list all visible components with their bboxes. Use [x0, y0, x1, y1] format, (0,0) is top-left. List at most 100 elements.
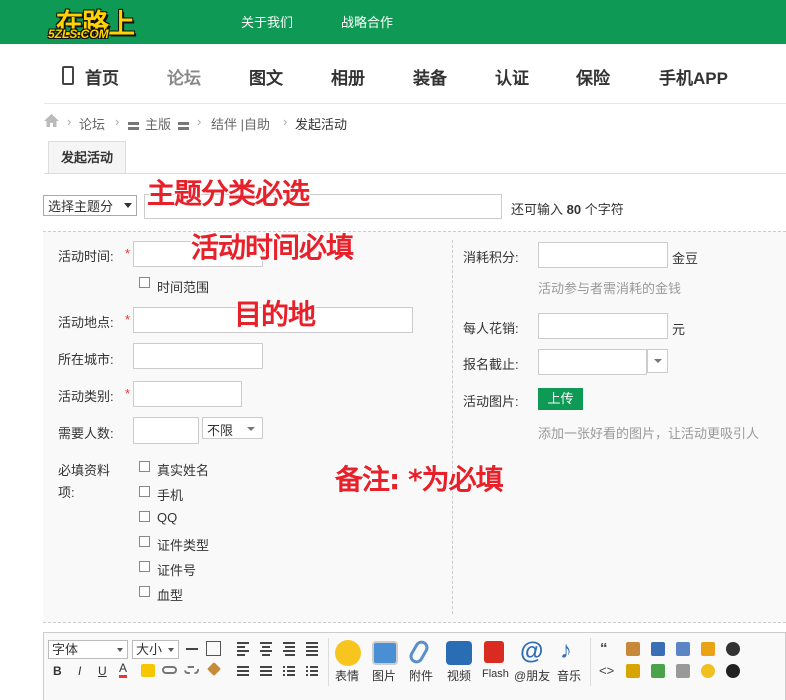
bold-button[interactable]: B [53, 664, 62, 678]
people-limit-value: 不限 [207, 423, 234, 438]
at-mention-icon[interactable]: @ [520, 638, 543, 666]
attachment-label[interactable]: 附件 [409, 667, 433, 684]
font-color-button[interactable]: A [119, 662, 128, 678]
required-info-label: 必填资料 [58, 463, 111, 478]
unlink-icon[interactable] [184, 666, 199, 674]
underline-button[interactable]: U [98, 664, 107, 678]
required-id-number-checkbox[interactable] [139, 561, 150, 572]
event-time-label: 活动时间: [58, 249, 114, 264]
required-phone-checkbox[interactable] [139, 486, 150, 497]
partnership-link[interactable]: 战略合作 [341, 12, 393, 31]
required-mark: * [125, 386, 131, 401]
char-hint-suffix: 个字符 [584, 202, 624, 217]
dropdown-arrow-icon [247, 427, 255, 431]
char-count: 80 [566, 202, 582, 217]
time-range-checkbox[interactable] [139, 277, 150, 288]
download-icon[interactable] [651, 664, 665, 678]
horizontal-rule-icon[interactable] [186, 648, 198, 650]
toolbar-separator [328, 638, 329, 686]
site-logo[interactable]: 在路上 5ZLS.COM [46, 2, 158, 42]
indent-icon[interactable] [676, 642, 690, 656]
per-person-cost-label: 每人花销: [463, 321, 519, 336]
image-label[interactable]: 图片 [372, 667, 396, 684]
annotation-place-note: 目的地 [234, 298, 316, 331]
highlight-icon[interactable] [141, 664, 155, 677]
audio-icon[interactable] [726, 642, 740, 656]
people-limit-select[interactable]: 不限 [202, 417, 263, 439]
cost-points-unit: 金豆 [672, 251, 699, 266]
nav-item-certification[interactable]: 认证 [495, 64, 529, 89]
cost-points-input[interactable] [538, 242, 668, 268]
at-friend-label[interactable]: @朋友 [514, 667, 550, 684]
flash-label[interactable]: Flash [482, 668, 509, 680]
emoji-label[interactable]: 表情 [335, 667, 359, 684]
cost-points-label: 消耗积分: [463, 250, 519, 265]
toolbar-separator [590, 638, 591, 686]
required-mark: * [125, 246, 131, 261]
breadcrumb-separator-icon: › [197, 114, 202, 129]
breadcrumb-board[interactable]: 结伴 |自助 [211, 114, 270, 133]
breadcrumb-forum[interactable]: 论坛 [79, 114, 105, 133]
table-grid-icon[interactable] [676, 664, 690, 678]
upload-button[interactable]: 上传 [538, 388, 583, 410]
home-icon[interactable] [43, 113, 60, 128]
breadcrumb-main-board[interactable]: 主版 [145, 114, 171, 133]
qq-icon[interactable] [726, 664, 740, 678]
link-icon[interactable] [162, 666, 177, 674]
hide-content-icon[interactable] [626, 664, 640, 678]
nav-item-insurance[interactable]: 保险 [576, 64, 610, 89]
nav-item-albums[interactable]: 相册 [331, 64, 365, 89]
flash-icon[interactable] [484, 641, 504, 663]
per-person-cost-unit: 元 [672, 322, 686, 337]
nav-item-gear[interactable]: 装备 [413, 64, 447, 89]
quote-icon[interactable]: “ [600, 640, 608, 657]
video-label[interactable]: 视频 [447, 667, 471, 684]
code-icon[interactable]: <> [599, 663, 614, 678]
tab-create-event[interactable]: 发起活动 [48, 141, 126, 174]
required-item-label: 血型 [157, 588, 184, 603]
city-label: 所在城市: [58, 352, 114, 367]
about-us-link[interactable]: 关于我们 [241, 12, 293, 31]
required-id-type-checkbox[interactable] [139, 536, 150, 547]
video-icon[interactable] [446, 641, 472, 665]
people-needed-input[interactable] [133, 417, 199, 444]
nav-item-mobile-app[interactable]: 手机APP [659, 64, 728, 89]
key-icon[interactable] [701, 642, 715, 656]
font-family-select[interactable]: 字体 [48, 640, 128, 659]
event-image-label: 活动图片: [463, 394, 519, 409]
topic-type-value: 选择主题分 [48, 199, 114, 214]
music-label[interactable]: 音乐 [557, 667, 581, 684]
nav-item-home[interactable]: 首页 [85, 64, 119, 89]
required-qq-checkbox[interactable] [139, 511, 150, 522]
font-size-value: 大小 [136, 642, 163, 657]
italic-button[interactable]: I [78, 664, 81, 678]
dropdown-arrow-icon [117, 648, 123, 652]
deadline-input[interactable] [538, 349, 647, 375]
event-image-hint: 添加一张好看的图片，让活动更吸引人 [538, 426, 760, 441]
free-content-icon[interactable] [626, 642, 640, 656]
emoji-icon[interactable] [335, 640, 361, 666]
required-real-name-checkbox[interactable] [139, 461, 150, 472]
music-icon[interactable]: ♪ [560, 637, 572, 665]
nav-item-photo-articles[interactable]: 图文 [249, 64, 283, 89]
per-person-cost-input[interactable] [538, 313, 668, 339]
breadcrumb-separator-icon: › [67, 114, 72, 129]
menu-bars-icon [178, 117, 189, 132]
font-size-select[interactable]: 大小 [132, 640, 179, 659]
annotation-remark-note: 备注: *为必填 [335, 463, 504, 496]
event-place-label: 活动地点: [58, 315, 114, 330]
topic-type-select[interactable]: 选择主题分 [43, 195, 137, 216]
event-category-input[interactable] [133, 381, 242, 407]
image-icon[interactable] [372, 641, 398, 665]
table-icon[interactable] [206, 641, 221, 656]
nav-item-forum[interactable]: 论坛 [167, 64, 201, 89]
bg-color-icon[interactable] [701, 664, 715, 678]
logo-domain: 5ZLS.COM [48, 27, 109, 41]
breadcrumb-separator-icon: › [283, 114, 288, 129]
required-info-label-cont: 项: [58, 485, 75, 500]
page-break-icon[interactable] [651, 642, 665, 656]
required-blood-type-checkbox[interactable] [139, 586, 150, 597]
city-input[interactable] [133, 343, 263, 369]
breadcrumb-current: 发起活动 [295, 117, 348, 132]
deadline-picker-button[interactable] [647, 349, 668, 373]
